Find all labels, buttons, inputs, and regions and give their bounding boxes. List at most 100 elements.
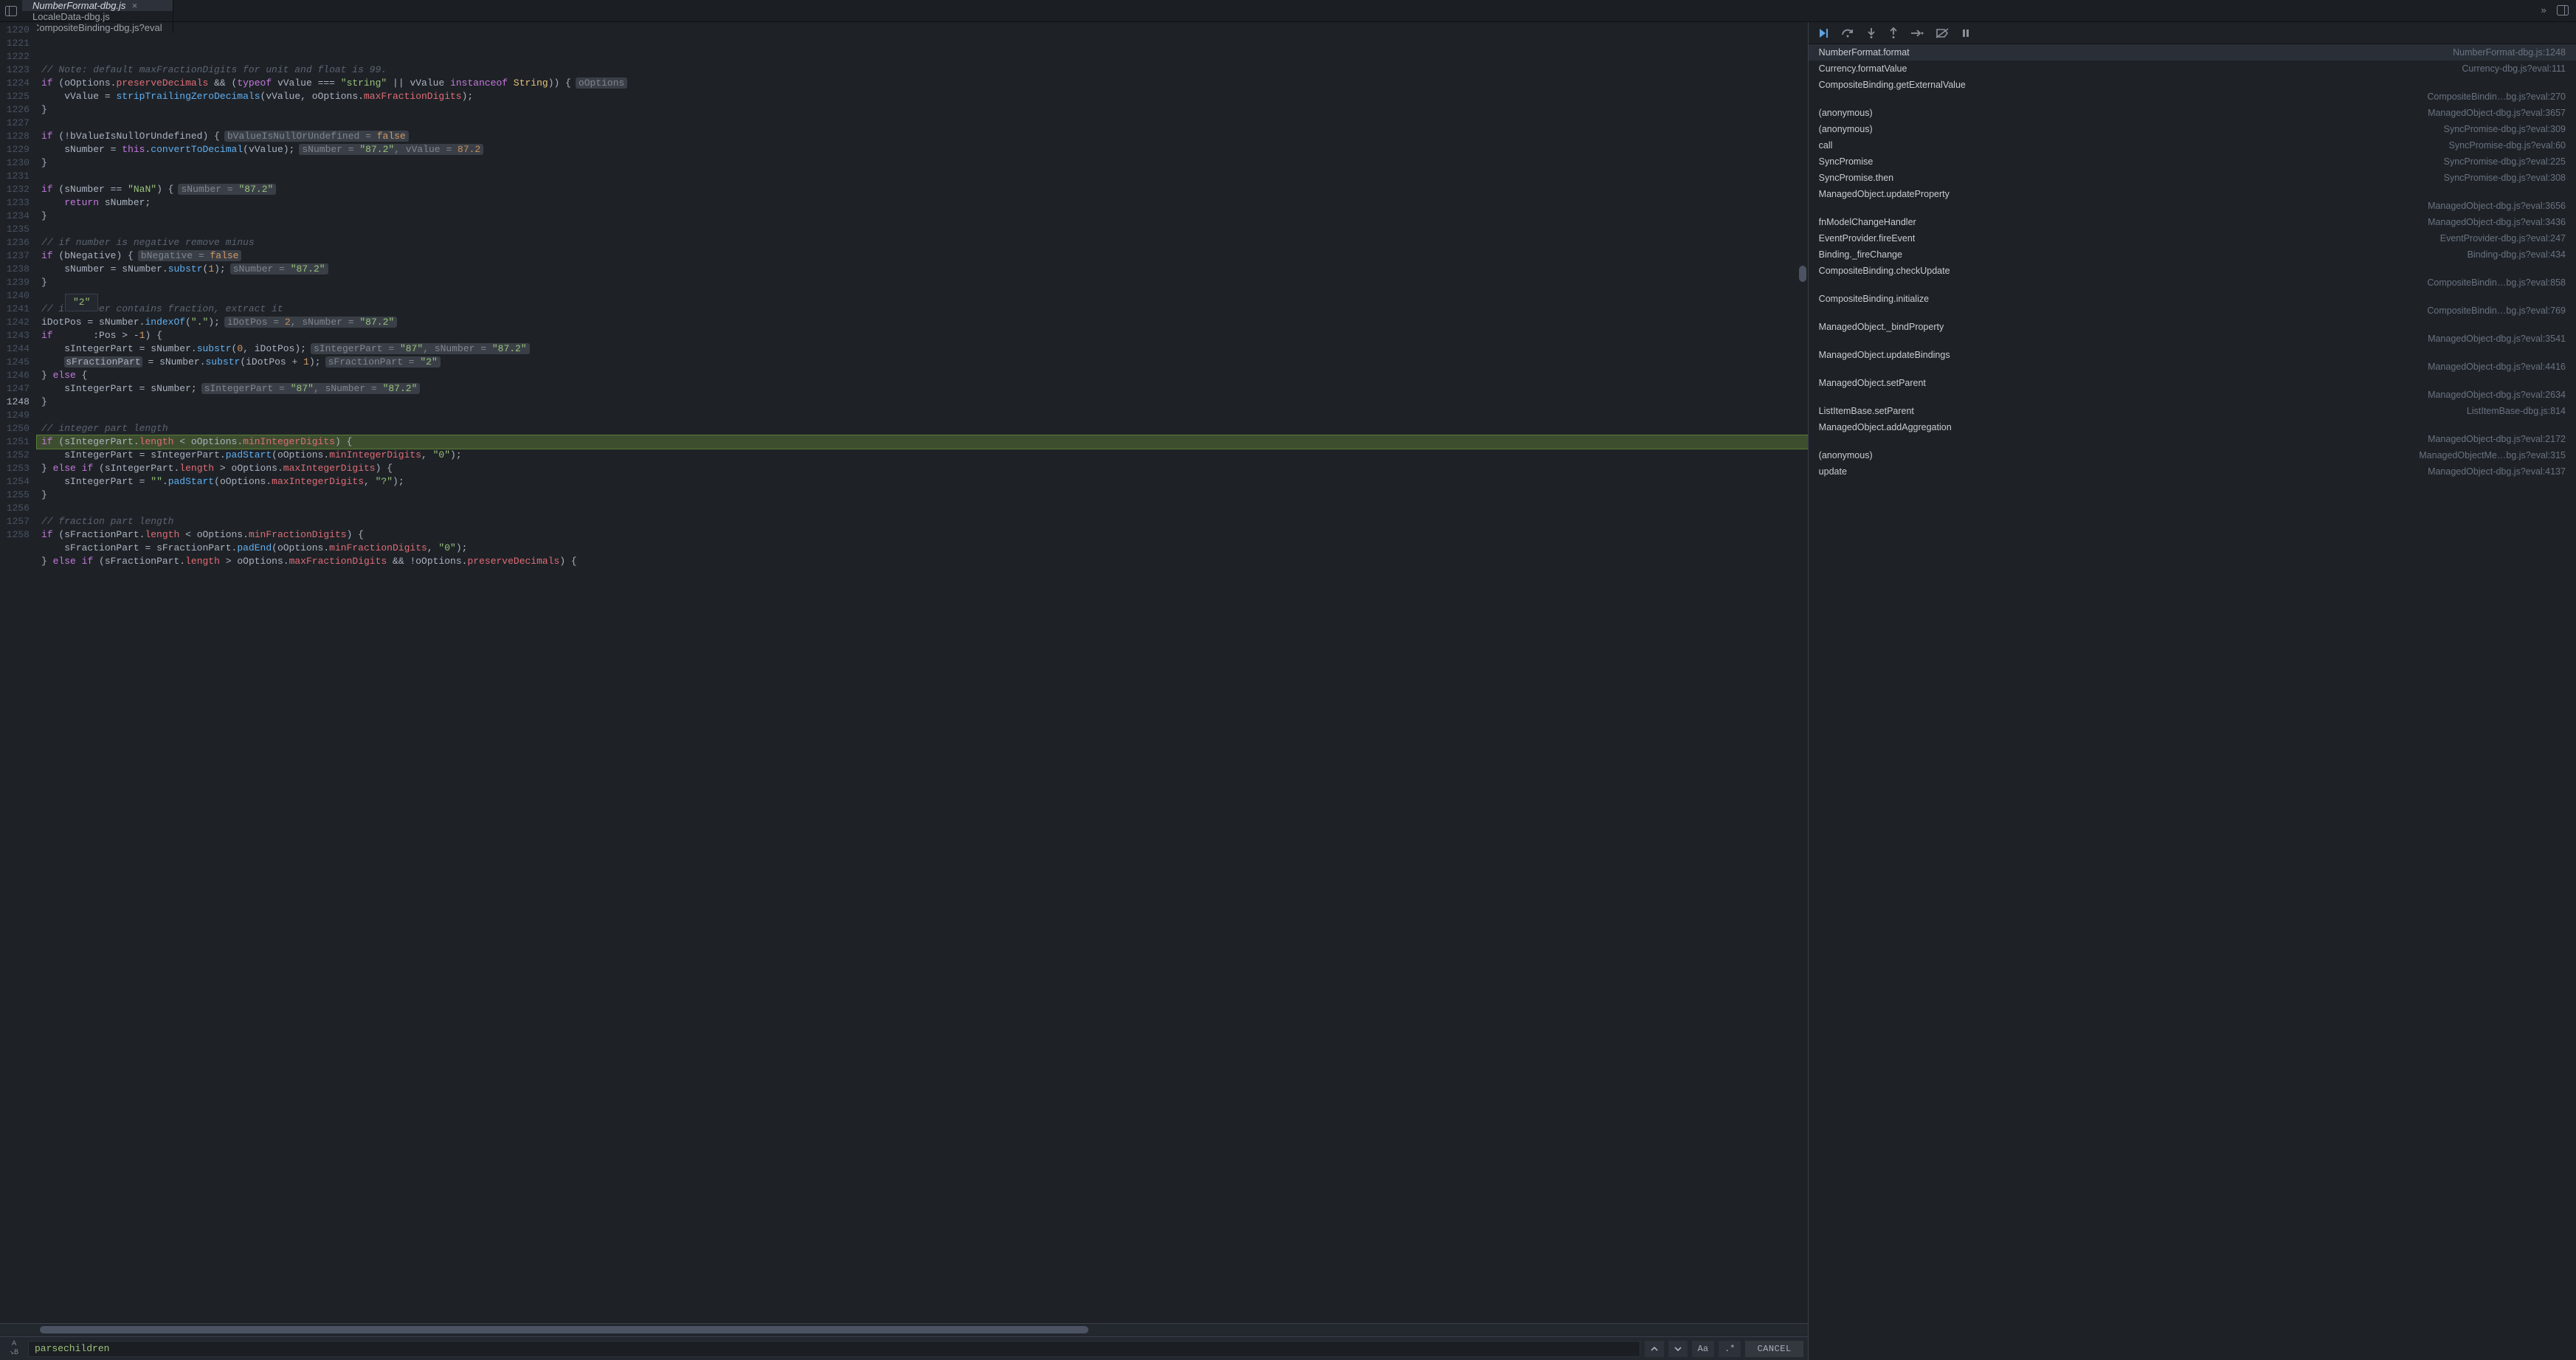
stack-frame[interactable]: ManagedObject.setParentManagedObject-dbg…	[1809, 375, 2576, 403]
line-number[interactable]: 1253	[0, 462, 30, 475]
code-line[interactable]: if (sIntegerPart.length < oOptions.minIn…	[37, 435, 1808, 449]
code-line[interactable]: return sNumber;	[37, 196, 1808, 210]
search-mode-icon[interactable]: A↘B	[4, 1340, 24, 1357]
code-line[interactable]: if (!bValueIsNullOrUndefined) {bValueIsN…	[37, 130, 1808, 143]
code-line[interactable]: // Note: default maxFractionDigits for u…	[37, 63, 1808, 77]
code-line[interactable]: }	[37, 103, 1808, 117]
line-number[interactable]: 1246	[0, 369, 30, 382]
stack-frame[interactable]: SyncPromise.thenSyncPromise-dbg.js?eval:…	[1809, 170, 2576, 186]
line-number[interactable]: 1243	[0, 329, 30, 342]
code-line[interactable]	[37, 409, 1808, 422]
code-line[interactable]: }	[37, 489, 1808, 502]
code-line[interactable]: sFractionPart = sNumber.substr(iDotPos +…	[37, 356, 1808, 369]
stack-frame[interactable]: ListItemBase.setParentListItemBase-dbg.j…	[1809, 403, 2576, 419]
stack-frame[interactable]: NumberFormat.formatNumberFormat-dbg.js:1…	[1809, 44, 2576, 61]
line-number[interactable]: 1252	[0, 449, 30, 462]
code-line[interactable]	[37, 223, 1808, 236]
stack-frame[interactable]: CompositeBinding.getExternalValueComposi…	[1809, 77, 2576, 105]
stack-frame[interactable]: ManagedObject.updateBindingsManagedObjec…	[1809, 347, 2576, 375]
stack-frame[interactable]: ManagedObject.updatePropertyManagedObjec…	[1809, 186, 2576, 214]
code-line[interactable]: sIntegerPart = "".padStart(oOptions.maxI…	[37, 475, 1808, 489]
line-number[interactable]: 1244	[0, 342, 30, 356]
call-stack[interactable]: NumberFormat.formatNumberFormat-dbg.js:1…	[1809, 44, 2576, 1360]
code-line[interactable]: sNumber = sNumber.substr(1);sNumber = "8…	[37, 263, 1808, 276]
code-line[interactable]: vValue = stripTrailingZeroDecimals(vValu…	[37, 90, 1808, 103]
code-line[interactable]: sIntegerPart = sNumber.substr(0, iDotPos…	[37, 342, 1808, 356]
code-line[interactable]: // if number contains fraction, extract …	[37, 303, 1808, 316]
resume-icon[interactable]	[1817, 27, 1829, 39]
code-line[interactable]: // integer part length	[37, 422, 1808, 435]
line-number[interactable]: 1225	[0, 90, 30, 103]
line-number[interactable]: 1231	[0, 170, 30, 183]
line-number[interactable]: 1238	[0, 263, 30, 276]
deactivate-breakpoints-icon[interactable]	[1936, 28, 1949, 38]
stack-frame[interactable]: Binding._fireChangeBinding-dbg.js?eval:4…	[1809, 246, 2576, 263]
stack-frame[interactable]: (anonymous)ManagedObjectMe…bg.js?eval:31…	[1809, 447, 2576, 463]
code-line[interactable]	[37, 117, 1808, 130]
line-number[interactable]: 1224	[0, 77, 30, 90]
code-line[interactable]: sNumber = this.convertToDecimal(vValue);…	[37, 143, 1808, 156]
search-prev-button[interactable]	[1645, 1341, 1664, 1357]
toggle-details-icon[interactable]	[2557, 5, 2569, 16]
step-into-icon[interactable]	[1866, 27, 1876, 39]
code-line[interactable]: if :Pos > -1) {	[37, 329, 1808, 342]
line-number[interactable]: 1228	[0, 130, 30, 143]
regex-button[interactable]: .*	[1719, 1341, 1741, 1357]
code-line[interactable]: // if number is negative remove minus	[37, 236, 1808, 249]
line-number[interactable]: 1233	[0, 196, 30, 210]
line-number[interactable]: 1239	[0, 276, 30, 289]
code-line[interactable]: sIntegerPart = sNumber;sIntegerPart = "8…	[37, 382, 1808, 396]
code-line[interactable]	[37, 502, 1808, 515]
more-tabs-icon[interactable]: »	[2541, 5, 2546, 16]
code-line[interactable]: sIntegerPart = sIntegerPart.padStart(oOp…	[37, 449, 1808, 462]
line-number[interactable]: 1226	[0, 103, 30, 117]
pause-exceptions-icon[interactable]	[1961, 28, 1971, 38]
code-line[interactable]	[37, 568, 1808, 581]
code-line[interactable]: if (sNumber == "NaN") {sNumber = "87.2"	[37, 183, 1808, 196]
line-number[interactable]: 1254	[0, 475, 30, 489]
line-number[interactable]: 1223	[0, 63, 30, 77]
stack-frame[interactable]: SyncPromiseSyncPromise-dbg.js?eval:225	[1809, 153, 2576, 170]
code-line[interactable]: } else {	[37, 369, 1808, 382]
code-line[interactable]: }	[37, 210, 1808, 223]
code-line[interactable]: // fraction part length	[37, 515, 1808, 528]
code-line[interactable]: if (oOptions.preserveDecimals && (typeof…	[37, 77, 1808, 90]
line-number[interactable]: 1241	[0, 303, 30, 316]
step-out-icon[interactable]	[1888, 27, 1899, 39]
line-number[interactable]: 1256	[0, 502, 30, 515]
line-number[interactable]: 1242	[0, 316, 30, 329]
stack-frame[interactable]: (anonymous)ManagedObject-dbg.js?eval:365…	[1809, 105, 2576, 121]
code-line[interactable]	[37, 170, 1808, 183]
line-number[interactable]: 1237	[0, 249, 30, 263]
line-number[interactable]: 1227	[0, 117, 30, 130]
line-number[interactable]: 1257	[0, 515, 30, 528]
editor-tab[interactable]: LocaleData-dbg.js	[22, 11, 173, 22]
line-number[interactable]: 1229	[0, 143, 30, 156]
line-number[interactable]: 1220	[0, 24, 30, 37]
search-cancel-button[interactable]: CANCEL	[1745, 1341, 1803, 1357]
line-number[interactable]: 1240	[0, 289, 30, 303]
code-area[interactable]: "2" // Note: default maxFractionDigits f…	[37, 22, 1808, 581]
line-number[interactable]: 1245	[0, 356, 30, 369]
close-icon[interactable]: ×	[131, 0, 137, 11]
line-number[interactable]: 1232	[0, 183, 30, 196]
code-line[interactable]: } else if (sIntegerPart.length > oOption…	[37, 462, 1808, 475]
search-input[interactable]	[28, 1341, 1640, 1357]
line-number[interactable]: 1255	[0, 489, 30, 502]
editor-tab[interactable]: NumberFormat-dbg.js×	[22, 0, 173, 11]
step-over-icon[interactable]	[1841, 28, 1854, 38]
line-number[interactable]: 1249	[0, 409, 30, 422]
stack-frame[interactable]: (anonymous)SyncPromise-dbg.js?eval:309	[1809, 121, 2576, 137]
code-line[interactable]: }	[37, 156, 1808, 170]
line-number[interactable]: 1250	[0, 422, 30, 435]
line-number[interactable]: 1258	[0, 528, 30, 542]
code-line[interactable]: sFractionPart = sFractionPart.padEnd(oOp…	[37, 542, 1808, 555]
stack-frame[interactable]: CompositeBinding.initializeCompositeBind…	[1809, 291, 2576, 319]
stack-frame[interactable]: callSyncPromise-dbg.js?eval:60	[1809, 137, 2576, 153]
stack-frame[interactable]: fnModelChangeHandlerManagedObject-dbg.js…	[1809, 214, 2576, 230]
horizontal-scrollbar[interactable]	[0, 1323, 1808, 1336]
code-line[interactable]: } else if (sFractionPart.length > oOptio…	[37, 555, 1808, 568]
match-case-button[interactable]: Aa	[1692, 1341, 1714, 1357]
line-number[interactable]: 1247	[0, 382, 30, 396]
stack-frame[interactable]: Currency.formatValueCurrency-dbg.js?eval…	[1809, 61, 2576, 77]
